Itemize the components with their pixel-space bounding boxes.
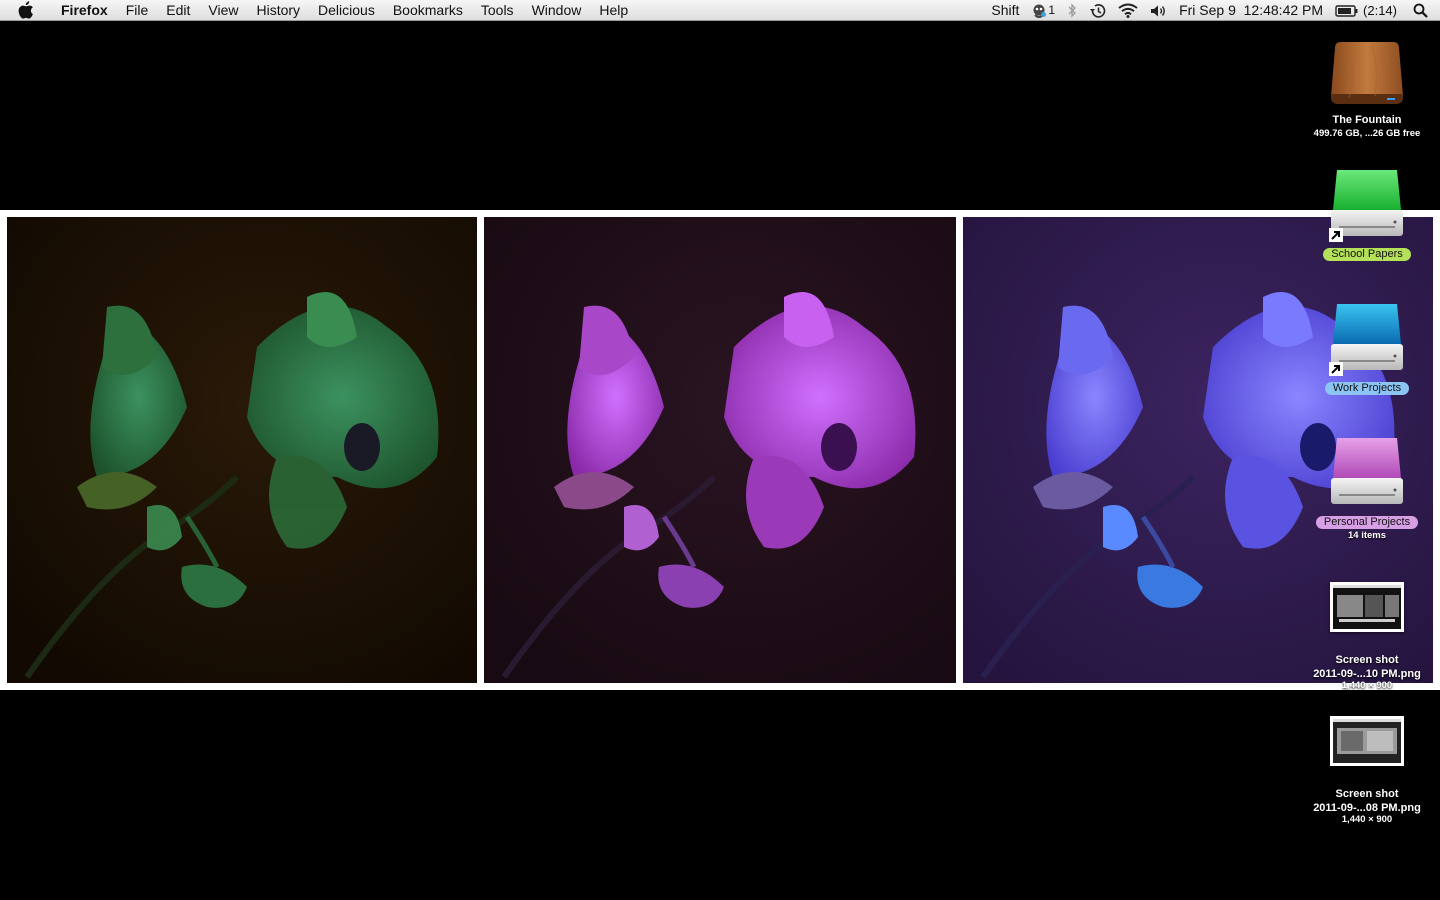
desktop-icon-info: 14 items	[1347, 530, 1387, 541]
blue-drive-alias-icon	[1327, 300, 1407, 378]
menu-view[interactable]: View	[199, 0, 247, 21]
menu-delicious[interactable]: Delicious	[309, 0, 384, 21]
desktop-icon-personal-projects[interactable]: Personal Projects 14 items	[1296, 434, 1438, 542]
alias-arrow-icon	[1329, 362, 1343, 376]
growl-status[interactable]: 1	[1025, 0, 1061, 21]
desktop-icon-label: Screen shot	[1335, 788, 1399, 800]
battery-icon	[1335, 4, 1358, 17]
spotlight-search-icon[interactable]	[1403, 3, 1440, 18]
desktop-icon-screenshot-08pm[interactable]: Screen shot 2011-09-...08 PM.png 1,440 ×…	[1296, 716, 1438, 826]
menu-bar: Firefox File Edit View History Delicious…	[0, 0, 1440, 21]
apple-icon[interactable]	[18, 1, 38, 19]
desktop-icon-info: 1,440 × 900	[1341, 814, 1393, 825]
desktop-icon-label: Screen shot	[1335, 654, 1399, 666]
keyboard-shift-indicator[interactable]: Shift	[985, 0, 1025, 21]
menu-help[interactable]: Help	[590, 0, 637, 21]
desktop-icon-the-fountain[interactable]: The Fountain 499.76 GB, ...26 GB free	[1296, 38, 1438, 140]
clock[interactable]: Fri Sep 9 12:48:42 PM	[1173, 0, 1329, 21]
screenshot-thumbnail	[1330, 582, 1404, 632]
menu-window[interactable]: Window	[523, 0, 591, 21]
wallpaper-orchid-triptych	[0, 210, 1440, 690]
orchid-image-magenta	[484, 217, 956, 683]
battery-status[interactable]: (2:14)	[1329, 0, 1403, 21]
growl-count: 1	[1048, 3, 1056, 17]
desktop-icon-label: School Papers	[1323, 248, 1411, 261]
menu-history[interactable]: History	[247, 0, 309, 21]
green-drive-alias-icon	[1327, 166, 1407, 244]
orchid-image-green	[7, 217, 477, 683]
desktop-icon-work-projects[interactable]: Work Projects	[1296, 300, 1438, 396]
desktop-icon-screenshot-10pm[interactable]: Screen shot 2011-09-...10 PM.png 1,440 ×…	[1296, 582, 1438, 692]
menu-app-firefox[interactable]: Firefox	[52, 0, 117, 21]
growl-icon	[1033, 4, 1047, 18]
pink-drive-icon	[1327, 434, 1407, 512]
desktop-icon-school-papers[interactable]: School Papers	[1296, 166, 1438, 262]
desktop-icon-label-line2: 2011-09-...08 PM.png	[1313, 802, 1421, 814]
desktop-icon-info: 1,440 × 900	[1341, 680, 1393, 691]
volume-icon[interactable]	[1144, 4, 1173, 18]
desktop-icon-info: 499.76 GB, ...26 GB free	[1313, 128, 1421, 139]
battery-time: (2:14)	[1363, 3, 1397, 18]
orchid-panel-magenta	[484, 217, 956, 683]
menu-edit[interactable]: Edit	[157, 0, 199, 21]
wood-drive-icon	[1327, 38, 1407, 110]
desktop-icon-label: Work Projects	[1324, 382, 1410, 395]
alias-arrow-icon	[1329, 228, 1343, 242]
time-machine-icon[interactable]	[1083, 3, 1112, 19]
desktop-icon-label: The Fountain	[1332, 114, 1402, 126]
wifi-icon[interactable]	[1112, 3, 1144, 18]
screenshot-thumbnail	[1330, 716, 1404, 766]
bluetooth-icon[interactable]	[1061, 3, 1083, 18]
orchid-panel-green	[7, 217, 477, 683]
desktop-icon-label-line2: 2011-09-...10 PM.png	[1313, 668, 1421, 680]
desktop-icon-label: Personal Projects	[1315, 516, 1419, 529]
menu-tools[interactable]: Tools	[472, 0, 523, 21]
menu-bookmarks[interactable]: Bookmarks	[384, 0, 472, 21]
menu-file[interactable]: File	[117, 0, 158, 21]
